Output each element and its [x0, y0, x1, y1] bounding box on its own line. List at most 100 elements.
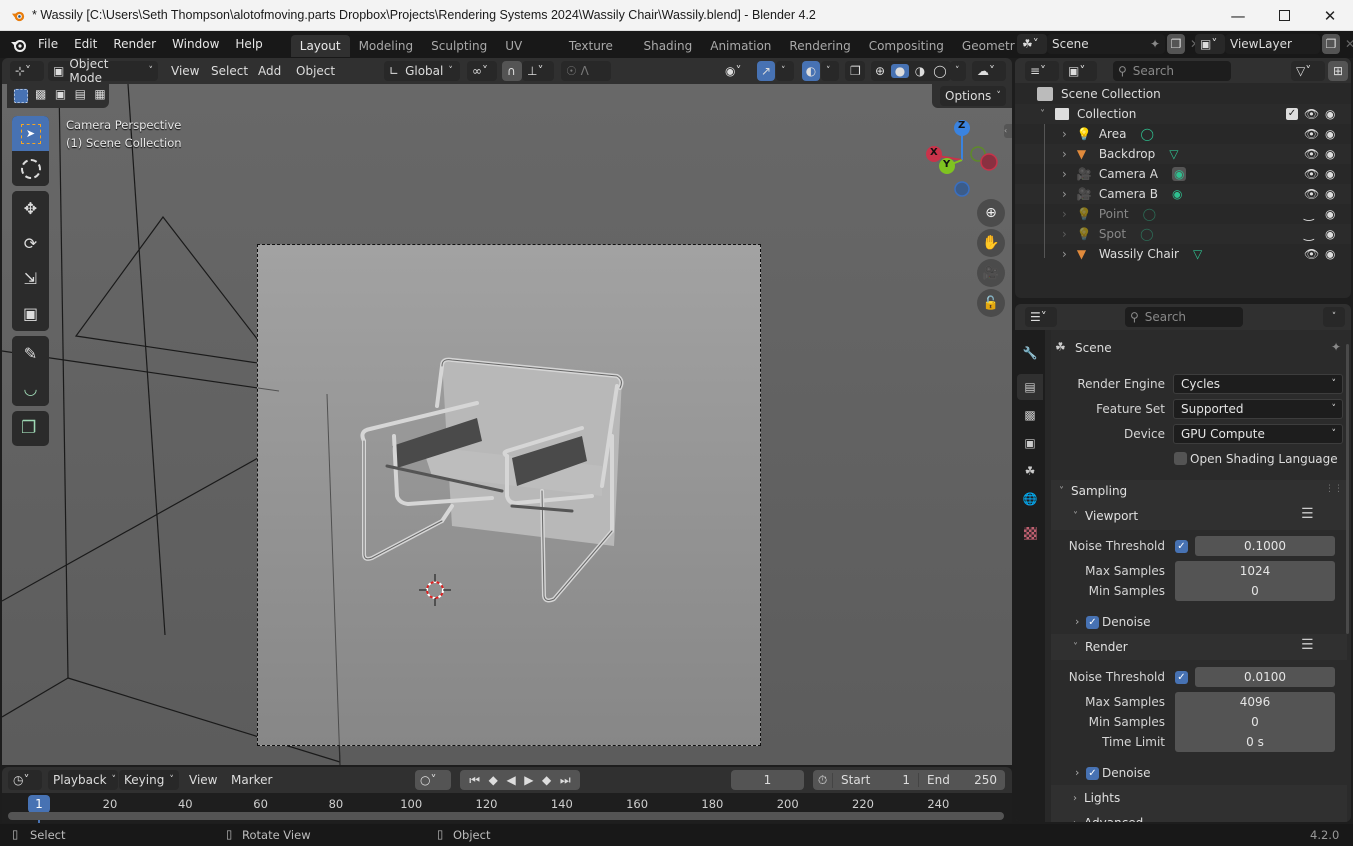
stopwatch-icon[interactable]: ⏱: [813, 772, 833, 788]
pin-icon[interactable]: ✦: [1331, 340, 1341, 354]
render-camera-icon[interactable]: ◉: [1325, 207, 1335, 221]
annotate-tool[interactable]: ✎: [12, 336, 49, 371]
mesh-data-icon[interactable]: ▽: [1169, 147, 1178, 161]
eye-icon[interactable]: 👁: [1304, 187, 1319, 201]
remove-view-layer-button[interactable]: ✕: [1340, 34, 1353, 54]
properties-editor-type-button[interactable]: ☰˅: [1025, 307, 1057, 327]
auto-keying-toggle[interactable]: ○˅: [415, 770, 451, 790]
presets-list-icon[interactable]: ☰: [1301, 506, 1314, 522]
eye-icon[interactable]: 👁: [1304, 127, 1319, 141]
tab-render[interactable]: ▤: [1017, 374, 1043, 400]
outliner-row-area[interactable]: › 💡 Area ◯ 👁 ◉: [1015, 124, 1351, 144]
outliner-row-camera-a[interactable]: › 🎥 Camera A ◉ 👁 ◉: [1015, 164, 1351, 184]
timeline-menu-marker[interactable]: Marker: [226, 770, 277, 790]
filter-dropdown[interactable]: ▽˅: [1291, 61, 1325, 81]
scale-tool[interactable]: ⇲: [12, 261, 49, 296]
editor-type-button[interactable]: ⊹˅: [10, 61, 44, 81]
render-engine-dropdown[interactable]: Cycles ˅: [1173, 374, 1343, 394]
chevron-right-icon[interactable]: ›: [1062, 247, 1067, 261]
chevron-right-icon[interactable]: ›: [1075, 615, 1079, 628]
outliner-row-backdrop[interactable]: › ▼ Backdrop ▽ 👁 ◉: [1015, 144, 1351, 164]
sampling-header[interactable]: ˅ Sampling: [1059, 484, 1127, 498]
properties-options-dropdown[interactable]: ˅: [1323, 307, 1345, 327]
render-camera-icon[interactable]: ◉: [1325, 147, 1335, 161]
device-dropdown[interactable]: GPU Compute ˅: [1173, 424, 1343, 444]
advanced-subpanel-header[interactable]: ›Advanced: [1073, 816, 1143, 822]
outliner-search-input[interactable]: ⚲ Search: [1113, 61, 1231, 81]
select-extend-icon[interactable]: ▩: [32, 87, 50, 105]
camera-view-button[interactable]: 🎥: [977, 259, 1005, 287]
render-max-samples-field[interactable]: 4096: [1175, 692, 1335, 712]
menu-view[interactable]: View: [166, 61, 204, 81]
rendered-shading-icon[interactable]: ◯: [931, 64, 949, 78]
outliner-row-point[interactable]: › 💡 Point ◯ ‿ ◉: [1015, 204, 1351, 224]
end-frame-field[interactable]: End 250: [919, 773, 1005, 787]
visibility-dropdown[interactable]: ◉˅: [720, 61, 750, 81]
timeline-body[interactable]: 1 20 40 60 80 100 120 140 160 180 200 220 240: [2, 793, 1012, 823]
select-subtract-icon[interactable]: ▣: [52, 87, 70, 105]
close-button[interactable]: ✕: [1307, 0, 1353, 31]
light-data-icon[interactable]: ◯: [1140, 227, 1153, 241]
menu-object[interactable]: Object: [291, 61, 340, 81]
chevron-right-icon[interactable]: ›: [1062, 147, 1067, 161]
tab-output[interactable]: ▩: [1017, 402, 1043, 428]
tab-animation[interactable]: Animation: [701, 35, 780, 57]
transform-orientation-dropdown[interactable]: ∟ Global ˅: [384, 61, 460, 81]
render-camera-icon[interactable]: ◉: [1325, 107, 1335, 121]
overlay-dropdown[interactable]: ˅: [821, 61, 839, 81]
outliner-row-collection[interactable]: ˅ Collection ✓ 👁 ◉: [1015, 104, 1351, 124]
menu-render[interactable]: Render: [105, 31, 164, 58]
tab-compositing[interactable]: Compositing: [860, 35, 953, 57]
maximize-button[interactable]: [1261, 0, 1307, 31]
menu-window[interactable]: Window: [164, 31, 227, 58]
viewport-min-samples-field[interactable]: 0: [1175, 581, 1335, 601]
lights-subpanel-header[interactable]: › Lights: [1073, 791, 1120, 805]
render-camera-icon[interactable]: ◉: [1325, 187, 1335, 201]
render-noise-threshold-field[interactable]: 0.0100: [1195, 667, 1335, 687]
timeline-editor-type-button[interactable]: ◷˅: [8, 770, 42, 790]
next-keyframe-icon[interactable]: ◆: [542, 773, 551, 787]
play-reverse-icon[interactable]: ◀: [506, 773, 515, 787]
chevron-right-icon[interactable]: ›: [1062, 227, 1067, 241]
tab-scene[interactable]: ☘: [1017, 458, 1043, 484]
properties-scrollbar[interactable]: [1346, 344, 1349, 634]
shading-dropdown[interactable]: ˅: [950, 61, 966, 81]
render-min-samples-field[interactable]: 0: [1175, 712, 1335, 732]
start-frame-field[interactable]: Start 1: [833, 773, 919, 787]
chevron-right-icon[interactable]: ›: [1062, 127, 1067, 141]
transform-tool[interactable]: ▣: [12, 296, 49, 331]
menu-file[interactable]: File: [30, 31, 66, 58]
select-new-icon[interactable]: [13, 88, 29, 104]
menu-add[interactable]: Add: [253, 61, 286, 81]
render-camera-icon[interactable]: ◉: [1325, 227, 1335, 241]
wireframe-shading-icon[interactable]: ⊕: [871, 64, 889, 78]
viewport-denoise-checkbox[interactable]: ✓: [1086, 616, 1099, 629]
tab-world[interactable]: 🌐: [1017, 486, 1043, 512]
playhead-frame[interactable]: 1: [28, 795, 50, 813]
timeline-scrollbar[interactable]: [8, 812, 1004, 820]
pan-view-button[interactable]: ✋: [977, 229, 1005, 257]
display-mode-dropdown[interactable]: ▣˅: [1063, 61, 1097, 81]
pin-icon[interactable]: ✦: [1150, 37, 1160, 51]
lock-camera-button[interactable]: 🔓: [977, 289, 1005, 317]
menu-edit[interactable]: Edit: [66, 31, 105, 58]
eye-closed-icon[interactable]: ‿: [1304, 207, 1314, 221]
proportional-editing-toggle[interactable]: ☉ Λ: [561, 61, 611, 81]
snap-target-dropdown[interactable]: ⊥˅: [522, 61, 554, 81]
tab-modeling[interactable]: Modeling: [350, 35, 423, 57]
eye-icon[interactable]: 👁: [1304, 167, 1319, 181]
chevron-right-icon[interactable]: ›: [1075, 766, 1079, 779]
render-subpanel-header[interactable]: ˅ Render: [1073, 640, 1128, 654]
render-noise-threshold-checkbox[interactable]: ✓: [1175, 671, 1188, 684]
viewport-noise-threshold-field[interactable]: 0.1000: [1195, 536, 1335, 556]
tab-uv-editing[interactable]: UV Editing: [496, 35, 560, 57]
chevron-right-icon[interactable]: ›: [1062, 187, 1067, 201]
tab-shading[interactable]: Shading: [634, 35, 701, 57]
render-camera-icon[interactable]: ◉: [1325, 247, 1335, 261]
exclude-checkbox[interactable]: ✓: [1286, 108, 1298, 120]
jump-start-icon[interactable]: ⏮: [469, 773, 480, 788]
render-denoise-checkbox[interactable]: ✓: [1086, 767, 1099, 780]
presets-list-icon[interactable]: ☰: [1301, 637, 1314, 653]
camera-data-icon[interactable]: ◉: [1171, 167, 1187, 181]
xray-toggle[interactable]: ❐: [845, 61, 865, 81]
